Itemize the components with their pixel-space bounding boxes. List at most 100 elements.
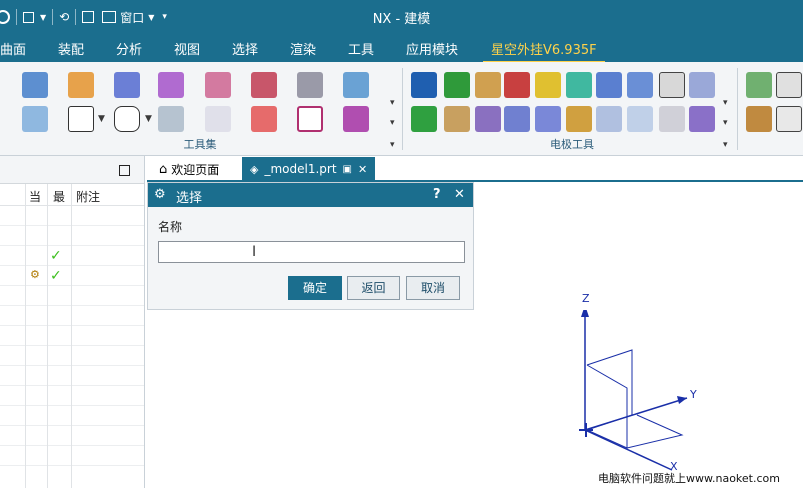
electrode-icon-3[interactable] xyxy=(475,72,501,98)
electrode-icon-2[interactable] xyxy=(444,72,470,98)
axis-z-label: Z xyxy=(582,292,590,305)
electrode-icon-8[interactable] xyxy=(627,72,653,98)
extra-icon-2[interactable] xyxy=(776,72,802,98)
toolset-icon-4[interactable] xyxy=(158,72,184,98)
electrode-icon-16[interactable] xyxy=(566,106,592,132)
electrode-icon-7[interactable] xyxy=(596,72,622,98)
tab-welcome[interactable]: ⌂ 欢迎页面 xyxy=(151,157,227,181)
electrode-icon-15[interactable] xyxy=(535,106,561,132)
electrode-more-icon[interactable]: ▾ xyxy=(723,98,728,108)
menu-select[interactable]: 选择 xyxy=(232,39,258,58)
table-row[interactable]: ⚙ ✓ xyxy=(0,266,144,286)
help-icon[interactable]: ? xyxy=(433,187,441,202)
cancel-button[interactable]: 取消 xyxy=(406,276,460,300)
electrode-icon-1[interactable] xyxy=(411,72,437,98)
toolset-icon-7[interactable] xyxy=(297,72,323,98)
table-row[interactable] xyxy=(0,286,144,306)
electrode-group-menu-icon[interactable]: ▾ xyxy=(723,140,728,150)
menu-surface[interactable]: 曲面 xyxy=(0,39,26,58)
rectangle-dropdown-icon[interactable]: ▼ xyxy=(98,114,105,124)
maximize-icon[interactable] xyxy=(119,165,130,176)
electrode-icon-12[interactable] xyxy=(444,106,470,132)
extra-icon-4[interactable] xyxy=(776,106,802,132)
table-row[interactable]: ✓ xyxy=(0,246,144,266)
ribbon-group-electrode: ▾ ▾ 电极工具 ▾ xyxy=(407,66,738,152)
menu-tools[interactable]: 工具 xyxy=(348,39,374,58)
ok-button[interactable]: 确定 xyxy=(288,276,342,300)
tab-close-icon[interactable]: ✕ xyxy=(358,163,367,176)
electrode-icon-14[interactable] xyxy=(504,106,530,132)
toolset-more-icon[interactable]: ▾ xyxy=(390,98,395,108)
polygon-dropdown-icon[interactable]: ▼ xyxy=(145,114,152,124)
table-row[interactable] xyxy=(0,426,144,446)
table-row[interactable] xyxy=(0,206,144,226)
table-row[interactable] xyxy=(0,346,144,366)
table-row[interactable] xyxy=(0,386,144,406)
menu-app-modules[interactable]: 应用模块 xyxy=(406,39,458,58)
electrode-icon-6[interactable] xyxy=(566,72,592,98)
tab-model1[interactable]: ◈ _model1.prt ▣ ✕ xyxy=(242,157,375,181)
extra-icon-3[interactable] xyxy=(746,106,772,132)
close-icon[interactable]: ✕ xyxy=(454,187,465,202)
electrode-icon-11[interactable] xyxy=(411,106,437,132)
ribbon: ▼ ▼ ▾ ▾ 工具集 ▾ ▾ ▾ 电极工具 ▾ xyxy=(0,62,803,156)
title-bar: ▼ ⟲ 窗口 ▼ ▾ NX - 建模 xyxy=(0,0,803,34)
toolset-icon-2[interactable] xyxy=(68,72,94,98)
toolset-icon-6[interactable] xyxy=(251,72,277,98)
toolset-icon-12[interactable] xyxy=(297,106,323,132)
toolset-icon-10[interactable] xyxy=(158,106,184,132)
electrode-icon-13[interactable] xyxy=(475,106,501,132)
graphics-window[interactable]: Z Y X xyxy=(147,292,803,488)
table-row[interactable] xyxy=(0,446,144,466)
menu-xingkong-plugin[interactable]: 星空外挂V6.935F xyxy=(483,39,605,64)
toolset-icon-9[interactable] xyxy=(22,106,48,132)
document-tabs: ⌂ 欢迎页面 ◈ _model1.prt ▣ ✕ xyxy=(147,156,803,182)
electrode-icon-9[interactable] xyxy=(659,72,685,98)
csys-icon[interactable] xyxy=(205,106,231,132)
menu-analysis[interactable]: 分析 xyxy=(116,39,142,58)
polygon-icon[interactable] xyxy=(114,106,140,132)
home-icon: ⌂ xyxy=(159,161,168,177)
table-row[interactable] xyxy=(0,406,144,426)
extra-icon-1[interactable] xyxy=(746,72,772,98)
electrode-icon-17[interactable] xyxy=(596,106,622,132)
tab-welcome-label: 欢迎页面 xyxy=(171,162,220,177)
rectangle-icon[interactable] xyxy=(68,106,94,132)
electrode-icon-4[interactable] xyxy=(504,72,530,98)
toolset-icon-1[interactable] xyxy=(22,72,48,98)
toolset-group-menu-icon[interactable]: ▾ xyxy=(390,140,395,150)
electrode-icon-5[interactable] xyxy=(535,72,561,98)
col-current[interactable]: 当 xyxy=(29,188,41,205)
name-input[interactable] xyxy=(158,241,465,263)
toolset-icon-11[interactable] xyxy=(251,106,277,132)
back-button[interactable]: 返回 xyxy=(347,276,400,300)
modified-icon: ▣ xyxy=(342,163,352,175)
table-row[interactable] xyxy=(0,326,144,346)
toolset-icon-8[interactable] xyxy=(343,72,369,98)
select-dialog: ⚙ 选择 ? ✕ 名称 I 确定 返回 取消 xyxy=(147,182,474,310)
dialog-titlebar: ⚙ 选择 ? ✕ xyxy=(148,183,473,207)
table-row[interactable] xyxy=(0,226,144,246)
window-title: NX - 建模 xyxy=(372,12,431,27)
ribbon-group-toolset: ▼ ▼ ▾ ▾ 工具集 ▾ xyxy=(0,66,403,152)
toolset-icon-5[interactable] xyxy=(205,72,231,98)
electrode-icon-18[interactable] xyxy=(627,106,653,132)
electrode-expand-icon[interactable]: ▾ xyxy=(723,118,728,128)
col-notes[interactable]: 附注 xyxy=(76,188,100,205)
menu-view[interactable]: 视图 xyxy=(174,39,200,58)
electrode-icon-19[interactable] xyxy=(659,106,685,132)
navigator-header: 当 最 附注 xyxy=(0,184,144,206)
col-latest[interactable]: 最 xyxy=(53,188,65,205)
latest-cell: ✓ xyxy=(50,248,62,264)
menu-bar: 曲面 装配 分析 视图 选择 渲染 工具 应用模块 星空外挂V6.935F xyxy=(0,34,803,64)
electrode-icon-20[interactable] xyxy=(689,106,715,132)
table-row[interactable] xyxy=(0,306,144,326)
electrode-icon-10[interactable] xyxy=(689,72,715,98)
menu-assembly[interactable]: 装配 xyxy=(58,39,84,58)
toolset-icon-13[interactable] xyxy=(343,106,369,132)
toolset-icon-3[interactable] xyxy=(114,72,140,98)
menu-render[interactable]: 渲染 xyxy=(290,39,316,58)
table-row[interactable] xyxy=(0,366,144,386)
toolset-expand-icon[interactable]: ▾ xyxy=(390,118,395,128)
settings-icon[interactable]: ⚙ xyxy=(154,187,166,202)
